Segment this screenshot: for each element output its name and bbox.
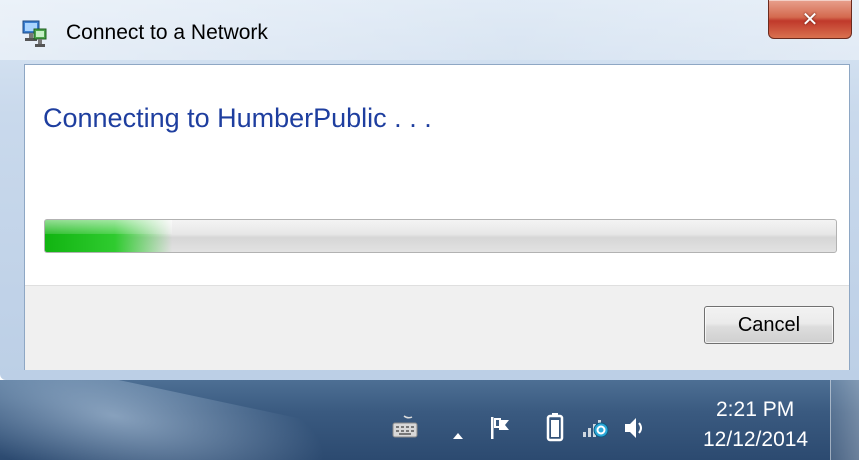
action-center-flag-icon[interactable] — [487, 414, 515, 447]
window-title: Connect to a Network — [66, 21, 268, 44]
cancel-button[interactable]: Cancel — [704, 306, 834, 344]
clock-date[interactable]: 12/12/2014 — [703, 428, 808, 452]
volume-icon[interactable] — [622, 414, 648, 447]
network-connect-icon — [20, 18, 50, 48]
connecting-heading: Connecting to HumberPublic . . . — [43, 103, 432, 133]
show-hidden-icons-arrow[interactable] — [451, 428, 465, 446]
dialog-content: Connecting to HumberPublic . . . Cancel — [24, 64, 850, 370]
battery-icon[interactable] — [546, 412, 564, 447]
clock-time[interactable]: 2:21 PM — [716, 398, 794, 422]
close-icon: ✕ — [801, 7, 819, 31]
dialog-window: Connect to a Network ✕ Connecting to Hum… — [0, 0, 859, 380]
network-icon[interactable] — [580, 414, 610, 447]
dialog-footer: Cancel — [25, 285, 849, 370]
progress-fill — [45, 220, 172, 252]
keyboard-icon[interactable] — [390, 414, 420, 445]
connection-progress-bar — [44, 219, 837, 253]
close-button[interactable]: ✕ — [768, 0, 852, 39]
